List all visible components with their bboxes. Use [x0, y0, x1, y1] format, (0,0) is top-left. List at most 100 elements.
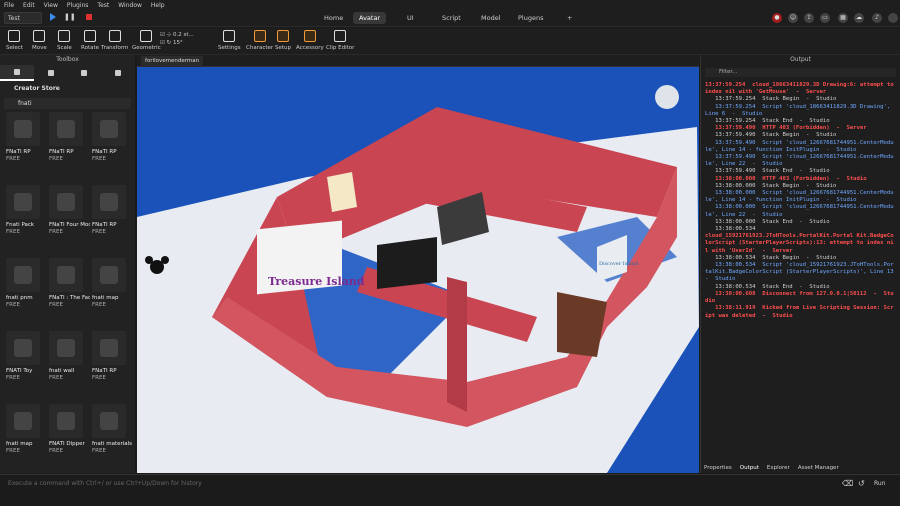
menu-test[interactable]: Test [97, 2, 109, 9]
grid-icon[interactable]: ▦ [838, 13, 848, 23]
geometric-tool[interactable]: Geometric [132, 30, 161, 51]
command-bar: Execute a command with Ctrl+/ or use Ctr… [0, 474, 900, 506]
stop-icon[interactable] [86, 14, 92, 20]
asset-item[interactable]: fnati wall FREE [49, 331, 90, 404]
tab-asset-manager[interactable]: Asset Manager [798, 463, 839, 473]
asset-item[interactable]: FNaTI Four ModelsFREE [49, 185, 90, 258]
asset-item[interactable]: fnati pnm FREE [6, 258, 47, 331]
tab-explorer[interactable]: Explorer [767, 463, 790, 473]
3d-viewport[interactable]: Treasure Island Discover Island [137, 67, 699, 473]
asset-item[interactable]: FNaTI RP FREE [92, 112, 133, 185]
asset-price: FREE [92, 448, 106, 454]
rotate-step-field[interactable]: ☑ ↻ 15° [160, 39, 194, 47]
bell-icon[interactable]: ♪ [872, 13, 882, 23]
asset-name: fnati wall [49, 368, 75, 374]
tab-script[interactable]: Script [436, 12, 467, 24]
setup-tool[interactable]: Setup [275, 30, 291, 51]
asset-name: FNaTI : The Face [49, 295, 90, 301]
log-line: 13:38:00.534 Script 'cloud_15921761923.J… [705, 262, 900, 283]
pause-icon[interactable]: ❚❚ [64, 13, 76, 21]
transform-tool[interactable]: Transform [101, 30, 128, 51]
play-icon[interactable] [50, 13, 56, 21]
asset-thumbnail [92, 185, 126, 219]
search-input[interactable]: fnati [4, 98, 131, 109]
command-input[interactable]: Execute a command with Ctrl+/ or use Ctr… [8, 480, 202, 487]
menu-help[interactable]: Help [151, 2, 165, 9]
menu-file[interactable]: File [4, 2, 14, 9]
avatar[interactable] [888, 13, 898, 23]
asset-item[interactable]: Fnati Pack FREE [6, 185, 47, 258]
gear-icon [223, 30, 236, 42]
chat-icon[interactable]: ▭ [820, 13, 830, 23]
menu-window[interactable]: Window [118, 2, 142, 9]
run-button[interactable]: Run [874, 480, 886, 487]
settings-tool[interactable]: Settings [218, 30, 241, 51]
share-icon[interactable]: ⇪ [804, 13, 814, 23]
tab-ui[interactable]: UI [401, 12, 420, 24]
tab-avatar[interactable]: Avatar [353, 12, 387, 24]
log-line: 13:38:00.000 Stack Begin - Studio [705, 182, 837, 189]
character-tool[interactable]: Character [246, 30, 273, 51]
menu-plugins[interactable]: Plugins [67, 2, 89, 9]
ribbon-toolbar: Select Move Scale Rotate Transform Geome… [0, 28, 900, 55]
log-line: 13:38:00.000 Script 'cloud_1266768174495… [705, 190, 894, 204]
log-line: 13:37:59.254 Stack End - Studio [705, 118, 830, 125]
clip-editor-tool[interactable]: Clip Editor [326, 30, 354, 51]
asset-item[interactable]: FNATI Toy FREE [6, 331, 47, 404]
move-step-field[interactable]: ☑ ⊹ 0.2 st... [160, 31, 194, 39]
select-tool[interactable]: Select [6, 30, 23, 51]
asset-item[interactable]: fnati materials FREE [92, 404, 133, 477]
bulb-icon [115, 70, 122, 76]
toolbox-title: Toolbox [56, 56, 79, 63]
bottom-tabs: Properties Output Explorer Asset Manager [700, 463, 900, 473]
asset-thumbnail [6, 185, 40, 219]
asset-price: FREE [92, 156, 106, 162]
tab-properties[interactable]: Properties [704, 463, 732, 473]
tab-home[interactable]: Home [318, 12, 349, 24]
move-tool[interactable]: Move [32, 30, 47, 51]
menu-view[interactable]: View [44, 2, 58, 9]
asset-item[interactable]: fnati map FREE [92, 258, 133, 331]
asset-item[interactable]: FNaTI : The Face FREE [49, 258, 90, 331]
clear-icon[interactable]: ⌫ [842, 479, 853, 488]
asset-item[interactable]: fnati map FREE [6, 404, 47, 477]
asset-thumbnail [6, 404, 40, 438]
scale-tool[interactable]: Scale [57, 30, 72, 51]
asset-price: FREE [6, 156, 20, 162]
tab-plugens[interactable]: Plugens [512, 12, 549, 24]
asset-item[interactable]: FNaTI RP FREE [6, 112, 47, 185]
rotate-tool[interactable]: Rotate [81, 30, 99, 51]
asset-item[interactable]: FNATI Dipper FREE [49, 404, 90, 477]
cloud-icon[interactable]: ☁ [854, 13, 864, 23]
menu-edit[interactable]: Edit [23, 2, 35, 9]
history-icon[interactable]: ↺ [858, 479, 865, 488]
log-line: 13:38:00.000 Stack End - Studio [705, 218, 830, 225]
tab-inventory[interactable] [34, 65, 68, 81]
tab-store[interactable] [0, 65, 34, 81]
asset-name: Fnati Pack [6, 222, 35, 228]
asset-item[interactable]: FNaTI RP FREE [92, 185, 133, 258]
asset-item[interactable]: FNaTI RP FREE [49, 112, 90, 185]
asset-price: FREE [92, 302, 106, 308]
cursor-icon [8, 30, 21, 42]
asset-name: FNATI Toy [6, 368, 33, 374]
transform-icon [108, 30, 121, 42]
asset-name: FNATI Dipper [49, 441, 85, 447]
tab-recent[interactable] [68, 65, 102, 81]
asset-thumbnail [6, 258, 40, 292]
asset-item[interactable]: FNaTI RP FREE [92, 331, 133, 404]
mode-dropdown[interactable]: Test [4, 12, 42, 24]
record-icon[interactable]: ● [772, 13, 782, 23]
sign-discover-island: Discover Island [599, 261, 639, 267]
accessory-tool[interactable]: Accessory [296, 30, 324, 51]
add-tab-button[interactable]: + [561, 12, 578, 24]
tab-creations[interactable] [101, 65, 135, 81]
tab-model[interactable]: Model [475, 12, 507, 24]
asset-thumbnail [92, 112, 126, 146]
filter-input[interactable]: Filter... [705, 68, 896, 77]
place-tab[interactable]: forilovemenderman [141, 56, 204, 67]
tab-output[interactable]: Output [740, 463, 759, 473]
rotate-icon [84, 30, 96, 42]
people-icon[interactable]: ☺ [788, 13, 798, 23]
asset-name: FNaTI Four Models [49, 222, 90, 228]
